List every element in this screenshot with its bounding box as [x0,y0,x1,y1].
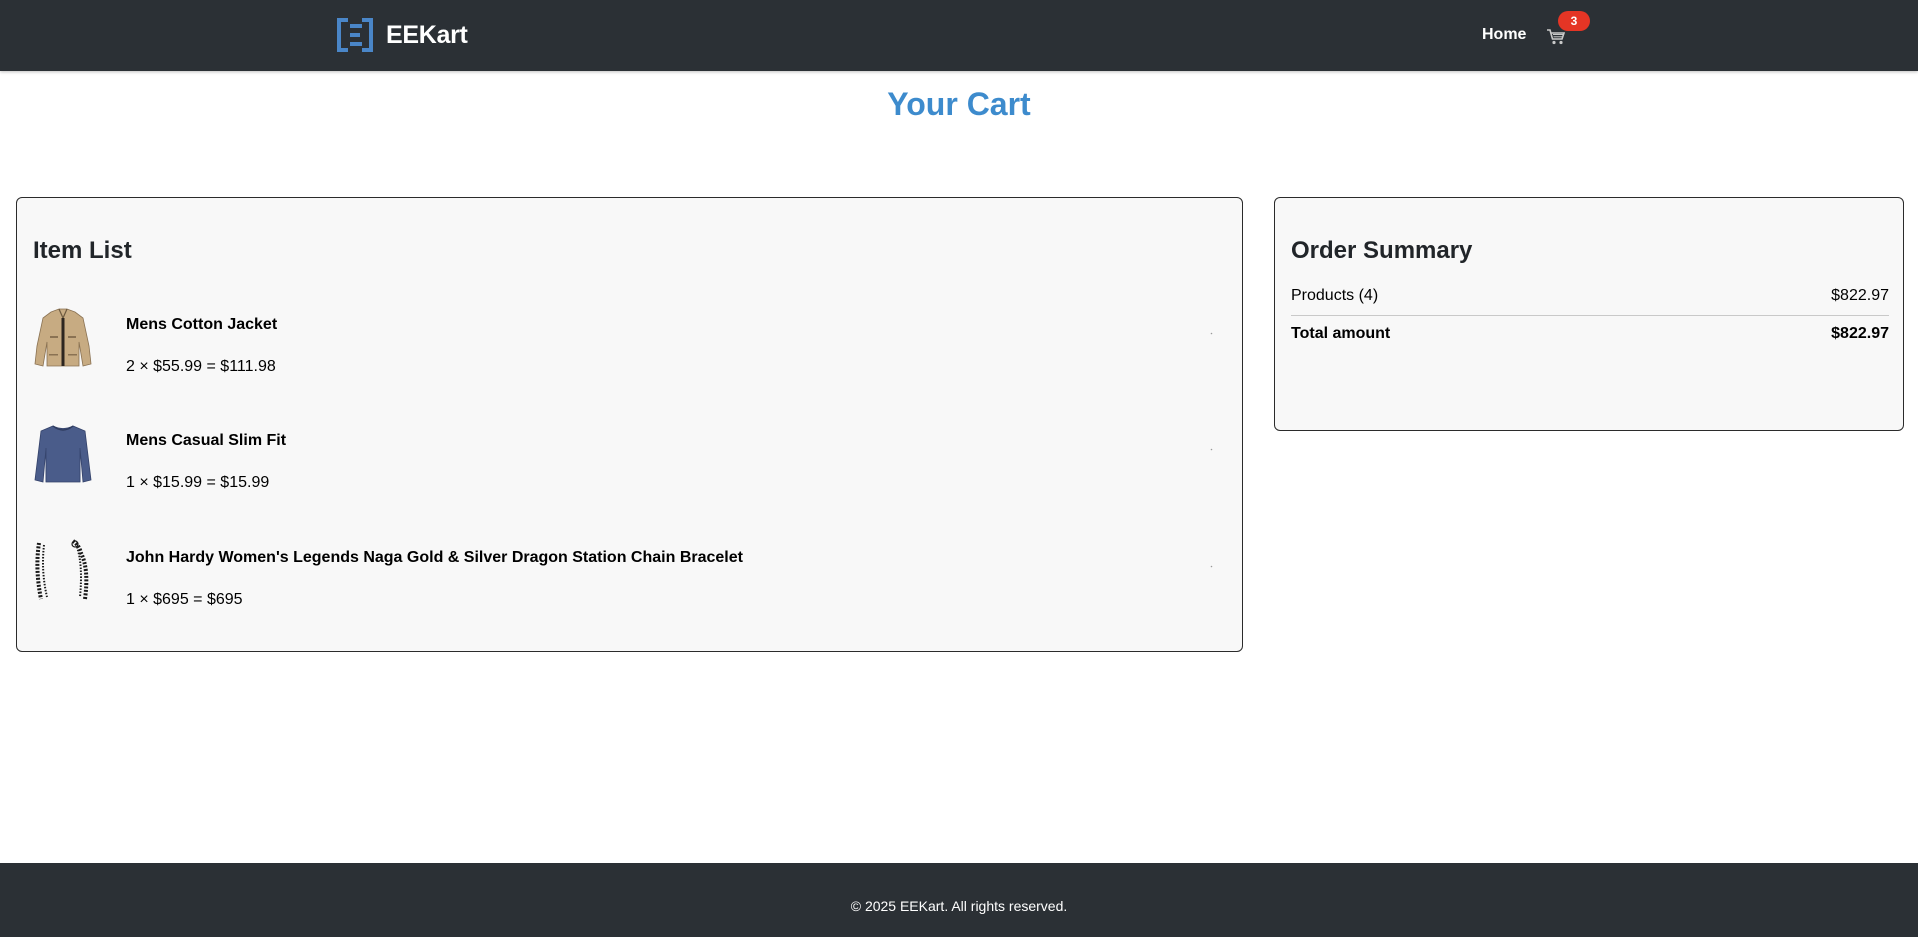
brand-name: EEKart [386,20,468,49]
products-label: Products (4) [1291,287,1379,304]
top-navbar: EEKart Home 3 [0,0,1918,71]
jacket-image [34,308,92,367]
cart-item: Mens Casual Slim Fit 1 × $15.99 = $15.99 [33,422,1227,491]
page-footer: © 2025 EEKart. All rights reserved. [0,863,1918,937]
item-name: John Hardy Women's Legends Naga Gold & S… [126,549,743,566]
item-indicator-icon [1210,448,1213,451]
item-list-card: Item List Mens Cotton Jacket 2 × $55.99 … [16,197,1243,652]
cart-item: John Hardy Women's Legends Naga Gold & S… [33,539,1227,608]
total-label: Total amount [1291,325,1391,342]
footer-copyright: © 2025 EEKart. All rights reserved. [850,898,1068,914]
item-indicator-icon [1210,332,1213,335]
total-value: $822.97 [1831,325,1889,342]
nav-home-link[interactable]: Home [1482,26,1526,44]
order-summary-heading: Order Summary [1291,237,1473,264]
page-title: Your Cart [887,86,1031,122]
item-name: Mens Casual Slim Fit [126,432,287,449]
cart-icon [1547,29,1566,45]
cart-link[interactable] [1546,28,1566,46]
item-list-heading: Item List [33,237,132,264]
total-row: Total amount $822.97 [1291,325,1889,343]
item-price-line: 2 × $55.99 = $111.98 [126,358,276,375]
item-name: Mens Cotton Jacket [126,316,278,333]
item-price-line: 1 × $695 = $695 [126,591,243,608]
item-price-line: 1 × $15.99 = $15.99 [126,474,270,491]
item-indicator-icon [1210,565,1213,568]
order-summary-card: Order Summary Products (4) $822.97 Total… [1274,197,1904,431]
brand-link[interactable]: EEKart [334,14,468,56]
brand-logo-icon [337,18,373,52]
cart-count-badge: 3 [1558,11,1590,31]
products-value: $822.97 [1831,287,1889,304]
bracelet-image [35,539,89,600]
summary-divider [1291,315,1889,316]
shirt-image [34,425,92,483]
cart-item: Mens Cotton Jacket 2 × $55.99 = $111.98 [33,306,1227,375]
products-row: Products (4) $822.97 [1291,287,1889,305]
